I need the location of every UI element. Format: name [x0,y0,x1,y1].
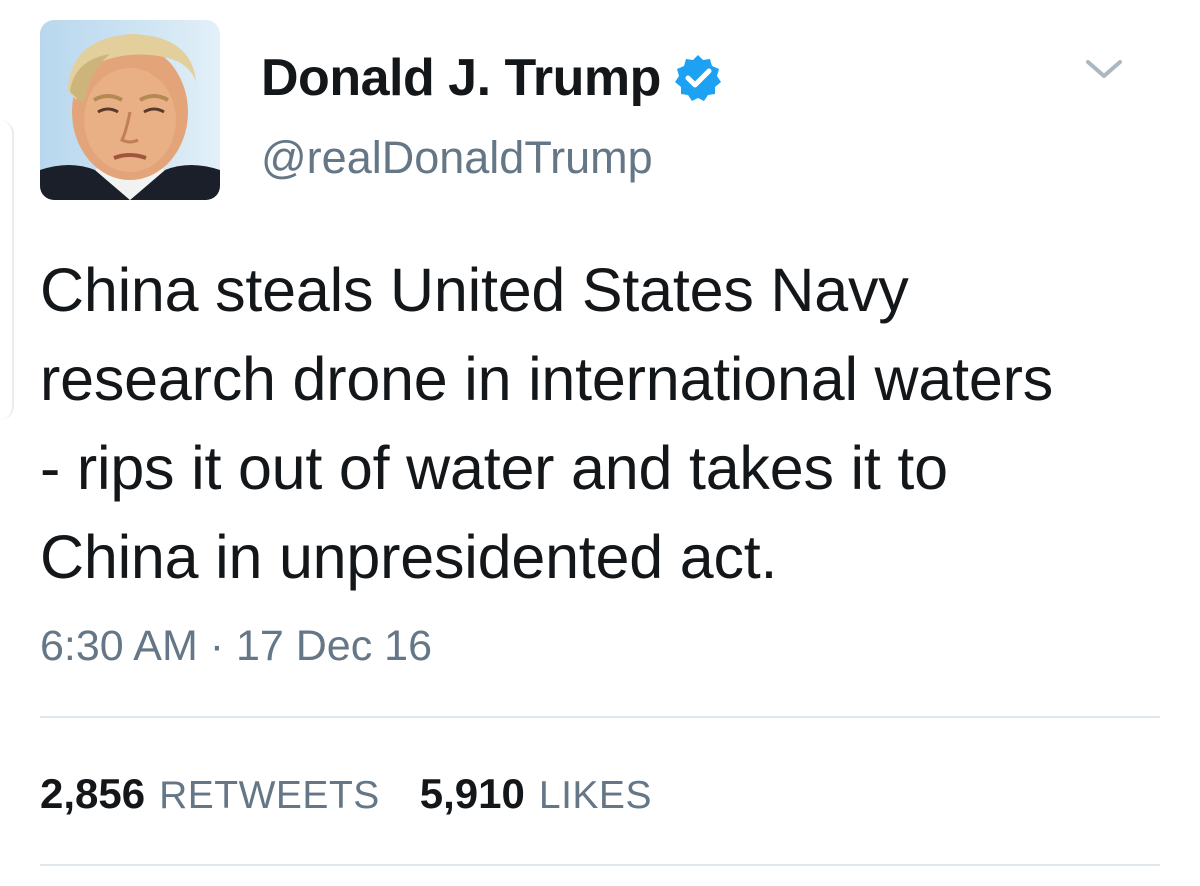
tweet-menu-button[interactable] [1082,54,1126,84]
likes-label: LIKES [538,774,652,817]
tweet-timestamp[interactable]: 6:30 AM · 17 Dec 16 [40,622,432,671]
screen-edge [0,120,14,420]
retweets-stat[interactable]: 2,856 RETWEETS [40,770,380,818]
chevron-down-icon [1086,60,1122,78]
divider [40,716,1160,718]
display-name-text: Donald J. Trump [261,49,661,107]
tweet-stats: 2,856 RETWEETS 5,910 LIKES [40,770,692,818]
retweets-label: RETWEETS [159,774,380,817]
likes-count: 5,910 [419,770,525,817]
tweet-text: China steals United States Navy research… [40,256,1054,591]
avatar-image [40,34,220,200]
user-handle[interactable]: @realDonaldTrump [261,132,653,184]
tweet-detail: Donald J. Trump @realDonaldTrump China s… [0,0,1200,886]
retweets-count: 2,856 [40,770,146,817]
verified-badge-icon [673,53,723,103]
likes-stat[interactable]: 5,910 LIKES [420,770,652,818]
avatar[interactable] [40,20,220,200]
display-name[interactable]: Donald J. Trump [261,48,723,108]
divider [40,864,1160,866]
